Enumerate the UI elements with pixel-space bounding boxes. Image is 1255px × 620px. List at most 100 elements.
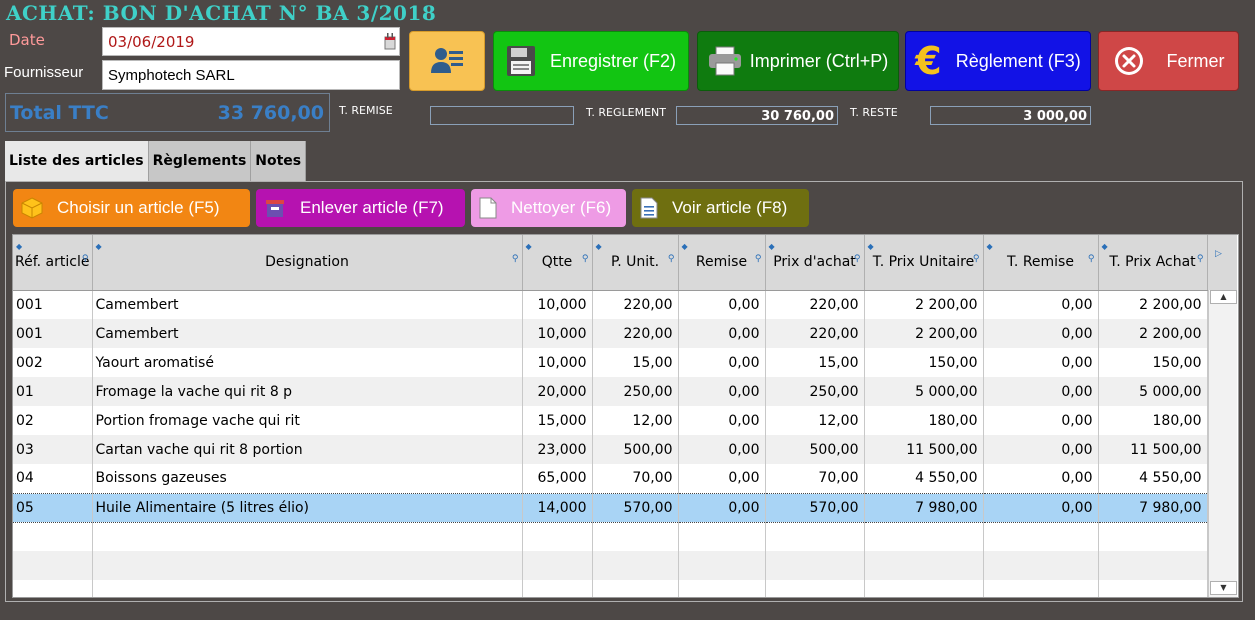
table-cell: 4 550,00 xyxy=(1098,464,1208,493)
table-cell: 150,00 xyxy=(864,348,984,377)
table-cell: 10,000 xyxy=(522,348,593,377)
table-cell: 0,00 xyxy=(678,290,766,319)
payment-button[interactable]: € Règlement (F3) xyxy=(905,31,1091,91)
search-icon[interactable]: ⚲ xyxy=(755,249,762,270)
vertical-scrollbar[interactable]: ▲ ▼ xyxy=(1208,290,1237,597)
column-header[interactable]: ◆ T. Remise ⚲ xyxy=(983,235,1099,291)
total-ttc-box: Total TTC 33 760,00 xyxy=(5,93,330,132)
supplier-card-button[interactable] xyxy=(409,31,485,91)
clear-button[interactable]: Nettoyer (F6) xyxy=(471,189,626,227)
table-cell: 15,00 xyxy=(592,348,679,377)
table-cell: Portion fromage vache qui rit xyxy=(92,406,523,435)
table-row[interactable]: 001 Camembert 10,000 220,00 0,00 220,00 2 200,… xyxy=(13,290,1208,319)
table-cell: 2 200,00 xyxy=(864,319,984,348)
table-cell: 65,000 xyxy=(522,464,593,493)
search-icon[interactable]: ⚲ xyxy=(668,249,675,270)
sort-icon[interactable]: ◆ xyxy=(987,236,993,257)
close-icon xyxy=(1114,47,1143,75)
search-icon[interactable]: ⚲ xyxy=(1197,249,1204,270)
close-button[interactable]: Fermer xyxy=(1098,31,1239,91)
tab-articles[interactable]: Liste des articles xyxy=(5,141,149,182)
search-icon[interactable]: ⚲ xyxy=(854,249,861,270)
table-row[interactable]: 002 Yaourt aromatisé 10,000 15,00 0,00 15,00 1… xyxy=(13,348,1208,377)
table-cell: 570,00 xyxy=(592,492,679,523)
choose-article-button[interactable]: Choisir un article (F5) xyxy=(13,189,250,227)
search-icon[interactable]: ⚲ xyxy=(512,249,519,270)
print-button[interactable]: Imprimer (Ctrl+P) xyxy=(697,31,899,91)
column-header[interactable]: ◆ P. Unit. ⚲ xyxy=(592,235,679,291)
column-header[interactable]: ◆ Remise ⚲ xyxy=(678,235,766,291)
table-cell: 0,00 xyxy=(983,435,1099,464)
tab-notes[interactable]: Notes xyxy=(251,141,307,182)
empty-cell xyxy=(592,580,679,597)
sort-icon[interactable]: ◆ xyxy=(769,236,775,257)
column-header[interactable]: ◆ Designation ⚲ xyxy=(92,235,523,291)
table-cell: Camembert xyxy=(92,290,523,319)
column-header[interactable]: ◆ Réf. article ⚲ xyxy=(13,235,93,291)
table-cell: 220,00 xyxy=(592,319,679,348)
tab-reglements[interactable]: Règlements xyxy=(148,141,252,182)
table-row[interactable]: 02 Portion fromage vache qui rit 15,000 12,… xyxy=(13,406,1208,435)
search-icon[interactable]: ⚲ xyxy=(582,249,589,270)
table-cell: 180,00 xyxy=(1098,406,1208,435)
remove-article-button[interactable]: Enlever article (F7) xyxy=(256,189,465,227)
search-icon[interactable]: ⚲ xyxy=(82,249,89,270)
table-row[interactable]: 05 Huile Alimentaire (5 litres élio) 14,00… xyxy=(13,492,1208,523)
empty-cell xyxy=(765,522,865,551)
table-cell: 04 xyxy=(13,464,93,493)
table-row[interactable]: 001 Camembert 10,000 220,00 0,00 220,00 2 200,… xyxy=(13,319,1208,348)
empty-cell xyxy=(13,580,93,597)
sort-icon[interactable]: ◆ xyxy=(868,236,874,257)
date-field[interactable]: 03/06/2019 xyxy=(102,27,400,56)
table-cell: 2 200,00 xyxy=(864,290,984,319)
reglement-label: T. REGLEMENT xyxy=(586,106,666,119)
save-button[interactable]: Enregistrer (F2) xyxy=(493,31,689,91)
search-icon[interactable]: ⚲ xyxy=(973,249,980,270)
sort-icon[interactable]: ◆ xyxy=(96,236,102,257)
table-cell: 0,00 xyxy=(983,464,1099,493)
sort-icon[interactable]: ◆ xyxy=(526,236,532,257)
view-article-button[interactable]: Voir article (F8) xyxy=(632,189,809,227)
table-cell: 0,00 xyxy=(983,319,1099,348)
table-cell: 23,000 xyxy=(522,435,593,464)
empty-cell xyxy=(1098,580,1208,597)
print-label: Imprimer (Ctrl+P) xyxy=(749,50,889,71)
column-header-label: Designation xyxy=(265,253,349,270)
sort-icon[interactable]: ◆ xyxy=(682,236,688,257)
table-cell: 7 980,00 xyxy=(864,492,984,523)
table-body: 001 Camembert 10,000 220,00 0,00 220,00 2 200,… xyxy=(13,290,1208,597)
empty-cell xyxy=(678,551,766,580)
euro-icon: € xyxy=(915,39,942,83)
column-header[interactable]: ◆ Prix d'achat ⚲ xyxy=(765,235,865,291)
column-header[interactable]: ◆ Qtte ⚲ xyxy=(522,235,593,291)
table-cell: 11 500,00 xyxy=(864,435,984,464)
table-cell: 0,00 xyxy=(983,492,1099,523)
table-cell: 7 980,00 xyxy=(1098,492,1208,523)
sort-icon[interactable]: ◆ xyxy=(1102,236,1108,257)
sort-icon[interactable]: ◆ xyxy=(16,236,22,257)
column-header-label: T. Prix Unitaire xyxy=(872,253,975,270)
scroll-down-arrow[interactable]: ▼ xyxy=(1210,581,1237,595)
table-row[interactable]: 03 Cartan vache qui rit 8 portion 23,000 50… xyxy=(13,435,1208,464)
articles-grid[interactable]: ◆ Réf. article ⚲ ◆ Designation ⚲ ◆ Qtte ⚲ ◆ P. Uni… xyxy=(12,234,1239,598)
column-header[interactable]: ◆ T. Prix Achat ⚲ xyxy=(1098,235,1208,291)
table-cell: 05 xyxy=(13,492,93,523)
reglement-value: 30 760,00 xyxy=(676,106,838,125)
table-cell: 0,00 xyxy=(678,406,766,435)
scroll-right-icon[interactable]: ▷ xyxy=(1208,235,1237,290)
column-header[interactable]: ◆ T. Prix Unitaire ⚲ xyxy=(864,235,984,291)
table-cell: 250,00 xyxy=(592,377,679,406)
calendar-icon[interactable] xyxy=(384,31,396,53)
table-cell: Fromage la vache qui rit 8 p xyxy=(92,377,523,406)
table-header-row: ◆ Réf. article ⚲ ◆ Designation ⚲ ◆ Qtte ⚲ ◆ P. Uni… xyxy=(13,235,1208,291)
empty-cell xyxy=(92,551,523,580)
scroll-up-arrow[interactable]: ▲ xyxy=(1210,290,1237,304)
sort-icon[interactable]: ◆ xyxy=(596,236,602,257)
floppy-disk-icon xyxy=(506,46,535,76)
table-cell: 0,00 xyxy=(678,319,766,348)
table-row[interactable]: 01 Fromage la vache qui rit 8 p 20,000 250,… xyxy=(13,377,1208,406)
search-icon[interactable]: ⚲ xyxy=(1088,249,1095,270)
table-cell: 0,00 xyxy=(983,348,1099,377)
supplier-field[interactable]: Symphotech SARL xyxy=(102,60,400,90)
table-row[interactable]: 04 Boissons gazeuses 65,000 70,00 0,00 70,00 4… xyxy=(13,464,1208,493)
